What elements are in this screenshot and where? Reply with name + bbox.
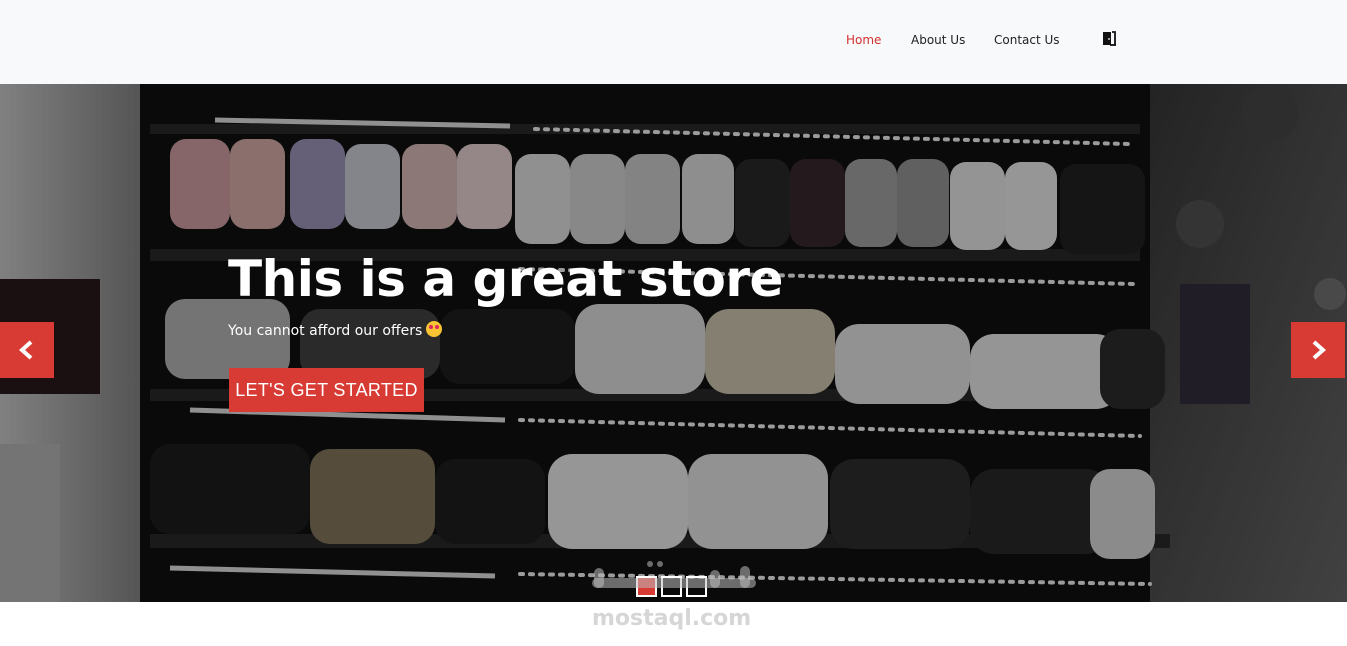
navbar: Home About Us Contact Us xyxy=(0,0,1347,84)
hero-carousel: This is a great store You cannot afford … xyxy=(0,84,1347,602)
chevron-right-icon xyxy=(1312,340,1327,360)
mostaql-watermark-text: mostaql.com xyxy=(592,606,752,631)
mostaql-watermark-logo xyxy=(592,561,756,588)
get-started-button[interactable]: LET'S GET STARTED xyxy=(229,368,424,412)
hero-subtitle: You cannot afford our offers xyxy=(228,321,443,339)
hero-subtitle-text: You cannot afford our offers xyxy=(228,323,423,339)
nav-about-link[interactable]: About Us xyxy=(911,33,965,47)
carousel-prev-button[interactable] xyxy=(0,322,54,378)
login-door-icon[interactable] xyxy=(1100,30,1118,48)
nav-contact-link[interactable]: Contact Us xyxy=(994,33,1060,47)
chevron-left-icon xyxy=(18,340,33,360)
hero-title: This is a great store xyxy=(228,250,783,308)
nav-home-link[interactable]: Home xyxy=(846,33,881,47)
carousel-next-button[interactable] xyxy=(1291,322,1345,378)
hero-overlay xyxy=(0,84,1347,602)
star-struck-emoji xyxy=(426,321,443,337)
